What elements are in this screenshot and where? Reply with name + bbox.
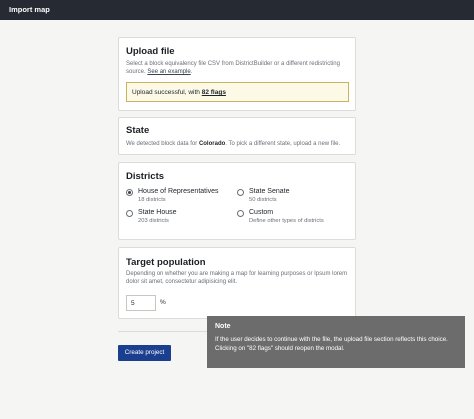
district-option-count: 18 districts [138, 197, 166, 203]
upload-success-text: Upload successful, with [132, 89, 202, 96]
upload-file-section: Upload file Select a block equivalency f… [118, 37, 356, 111]
district-option-label: Custom [249, 209, 274, 216]
see-example-link[interactable]: See an example [147, 69, 190, 75]
flags-link[interactable]: 82 flags [202, 89, 226, 96]
state-suffix: . To pick a different state, upload a ne… [225, 141, 341, 147]
state-name: Colorado [198, 141, 226, 147]
target-population-heading: Target population [126, 257, 206, 268]
target-population-input[interactable] [126, 295, 156, 311]
district-option-count: 203 districts [138, 218, 169, 224]
radio-unselected-icon[interactable] [237, 189, 244, 196]
note-title: Note [215, 323, 231, 330]
district-option-label: House of Representatives [138, 188, 219, 195]
districts-section: Districts House of Representatives 18 di… [118, 162, 356, 240]
percent-unit: % [160, 299, 166, 306]
district-option-label: State House [138, 209, 177, 216]
state-section: State We detected block data for Colorad… [118, 117, 356, 155]
target-population-description: Depending on whether you are making a ma… [126, 271, 348, 285]
state-description: We detected block data for Colorado. To … [126, 140, 348, 148]
target-population-section: Target population Depending on whether y… [118, 247, 356, 319]
upload-description-suffix: . [190, 69, 193, 75]
radio-unselected-icon[interactable] [126, 210, 133, 217]
upload-file-description: Select a block equivalency file CSV from… [126, 60, 348, 76]
district-option-label: State Senate [249, 188, 290, 195]
radio-selected-icon[interactable] [126, 189, 133, 196]
districts-heading: Districts [126, 171, 165, 182]
state-heading: State [126, 125, 150, 136]
state-prefix: We detected block data for [126, 141, 199, 147]
top-bar: Import map [0, 0, 474, 20]
annotation-note: Note If the user decides to continue wit… [207, 316, 465, 368]
district-option-count: 50 districts [249, 197, 277, 203]
upload-file-heading: Upload file [126, 46, 175, 57]
upload-success-banner: Upload successful, with 82 flags [126, 82, 349, 102]
note-body: If the user decides to continue with the… [215, 336, 448, 352]
page-title: Import map [9, 5, 50, 14]
create-project-button[interactable]: Create project [118, 345, 171, 361]
upload-success-message: Upload successful, with 82 flags [132, 89, 226, 96]
district-option-count: Define other types of districts [249, 218, 324, 224]
radio-unselected-icon[interactable] [237, 210, 244, 217]
